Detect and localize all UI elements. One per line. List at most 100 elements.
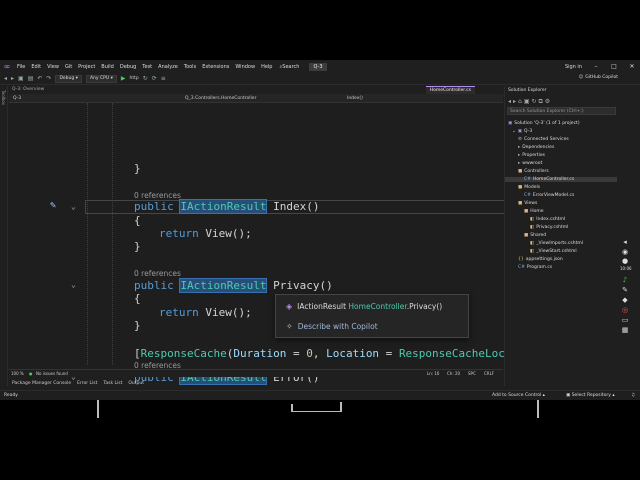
code-line: { <box>134 292 141 306</box>
tab-task-list[interactable]: Task List <box>103 381 122 386</box>
solution-explorer-search-input[interactable]: Search Solution Explorer (Ctrl+;) <box>507 107 616 115</box>
tree-item-viewstart[interactable]: ◧ _ViewStart.cshtml <box>530 249 577 254</box>
menu-build[interactable]: Build <box>98 64 117 70</box>
code-line: } <box>134 162 141 176</box>
tab-overview[interactable]: Q-3: Overview <box>12 87 44 92</box>
tree-item-appsettings[interactable]: {} appsettings.json <box>518 257 563 262</box>
menu-file[interactable]: File <box>14 64 28 70</box>
indent-mode[interactable]: SPC <box>468 371 476 376</box>
format-icon[interactable]: ≡ <box>161 75 166 82</box>
forward-icon[interactable]: ▸ <box>11 75 14 82</box>
hot-reload-icon[interactable]: ↻ <box>143 75 148 82</box>
menu-debug[interactable]: Debug <box>117 64 139 70</box>
folder-icon: ■ <box>518 185 523 190</box>
stop-icon[interactable]: ◎ <box>620 306 630 314</box>
keyword: return <box>159 306 199 319</box>
menu-edit[interactable]: Edit <box>28 64 44 70</box>
brace: } <box>134 162 141 175</box>
zoom-level[interactable]: 100 % <box>11 371 24 376</box>
select-repository-button[interactable]: ▣ Select Repository ▴ <box>566 393 615 398</box>
tree-item-label: Dependencies <box>522 145 555 150</box>
tree-item-controllers[interactable]: ■ Controllers <box>518 169 549 174</box>
tree-item-index-cshtml[interactable]: ◧ Index.cshtml <box>530 217 565 222</box>
type-name: IActionResult <box>179 199 268 214</box>
refresh-icon[interactable]: ⟳ <box>152 75 157 82</box>
minimize-icon[interactable]: – <box>592 63 600 70</box>
tree-item-connected-services[interactable]: ⚙ Connected Services <box>518 137 569 142</box>
search-button[interactable]: ⌕ Search <box>279 64 299 70</box>
maximize-icon[interactable]: □ <box>610 63 618 70</box>
menu-help[interactable]: Help <box>258 64 275 70</box>
nav-project-dropdown[interactable]: Q-3 <box>13 96 21 101</box>
menu-tools[interactable]: Tools <box>181 64 199 70</box>
menu-window[interactable]: Window <box>232 64 258 70</box>
tree-item-solution[interactable]: ▣ Solution 'Q-3' (1 of 1 project) <box>508 121 580 126</box>
tree-item-properties[interactable]: ▸ Properties <box>518 153 545 158</box>
code-editor[interactable]: Q-3: Overview HomeController.cs Q-3 Q_3.… <box>9 86 551 385</box>
run-icon[interactable]: ▶ <box>121 75 126 82</box>
project-badge: Q-3 <box>309 62 327 71</box>
new-item-icon[interactable]: ▣ <box>18 75 24 82</box>
separator: , <box>312 347 327 360</box>
tree-item-privacy-cshtml[interactable]: ◧ Privacy.cshtml <box>530 225 568 230</box>
tree-item-shared-folder[interactable]: ■ Shared <box>524 233 546 238</box>
close-icon[interactable]: ✕ <box>628 63 636 70</box>
brush-icon[interactable]: ◆ <box>620 296 630 304</box>
notifications-icon[interactable]: ♫ <box>631 393 635 398</box>
tree-item-home-folder[interactable]: ■ Home <box>524 209 544 214</box>
quick-actions-icon[interactable]: ✎ <box>50 200 56 211</box>
tree-item-views[interactable]: ■ Views <box>518 201 537 206</box>
tree-item-dependencies[interactable]: ▸ Dependencies <box>518 145 554 150</box>
json-file-icon: {} <box>518 257 524 262</box>
expand-icon[interactable]: ◂ <box>620 238 630 246</box>
tab-homecontroller[interactable]: HomeController.cs <box>425 86 475 94</box>
parameter: Location <box>326 347 380 360</box>
menu-test[interactable]: Test <box>139 64 155 70</box>
fold-chevron-icon[interactable]: ⌄ <box>71 280 76 289</box>
nav-member-dropdown[interactable]: Index() <box>347 96 363 101</box>
menu-project[interactable]: Project <box>75 64 98 70</box>
save-icon[interactable]: ▤ <box>28 75 34 82</box>
menu-view[interactable]: View <box>44 64 62 70</box>
add-to-source-control-button[interactable]: Add to Source Control ▴ <box>492 393 545 398</box>
redo-icon[interactable]: ↷ <box>46 75 51 82</box>
line-endings[interactable]: CRLF <box>484 371 494 376</box>
microphone-icon[interactable]: ♪ <box>620 276 630 284</box>
tree-item-errorviewmodel[interactable]: C# ErrorViewModel.cs <box>524 193 574 198</box>
code-line: { <box>134 214 141 228</box>
tab-error-list[interactable]: Error List <box>77 381 97 386</box>
github-copilot-button[interactable]: ☺ GitHub Copilot <box>579 75 619 80</box>
describe-with-copilot-label: Describe with Copilot <box>297 322 378 331</box>
fold-chevron-icon[interactable]: ⌄ <box>71 202 76 211</box>
settings-icon[interactable]: ▦ <box>620 326 630 334</box>
sign-in-button[interactable]: Sign in <box>565 64 582 70</box>
tree-item-program[interactable]: C# Program.cs <box>518 265 552 270</box>
keyword: return <box>159 227 199 240</box>
undo-icon[interactable]: ↶ <box>37 75 42 82</box>
tree-item-models[interactable]: ■ Models <box>518 185 540 190</box>
tree-item-wwwroot[interactable]: ▸ wwwroot <box>518 161 542 166</box>
pen-icon[interactable]: ✎ <box>620 286 630 294</box>
configuration-dropdown[interactable]: Debug ▾ <box>55 74 82 83</box>
tree-item-label: _ViewStart.cshtml <box>536 249 577 254</box>
camera-icon[interactable]: ◉ <box>620 248 630 256</box>
method-cube-icon: ◈ <box>286 302 293 311</box>
tree-item-homecontroller[interactable]: C# HomeController.cs <box>505 177 617 182</box>
nav-class-dropdown[interactable]: Q_3.Controllers.HomeController <box>185 96 256 101</box>
tree-item-viewimports[interactable]: ◧ _ViewImports.cshtml <box>530 241 583 246</box>
menu-extensions[interactable]: Extensions <box>199 64 232 70</box>
run-target-button[interactable]: http <box>129 76 138 81</box>
tab-output[interactable]: Output <box>128 381 144 386</box>
issues-status[interactable]: No issues found <box>36 371 68 376</box>
describe-with-copilot-button[interactable]: ✧ Describe with Copilot <box>286 322 378 331</box>
record-icon[interactable]: ● <box>620 257 630 265</box>
tab-package-manager-console[interactable]: Package Manager Console <box>12 381 71 386</box>
layout-icon[interactable]: ▭ <box>620 316 630 324</box>
platform-dropdown[interactable]: Any CPU ▾ <box>85 74 117 83</box>
toolbox-strip[interactable]: Toolbox <box>0 86 8 386</box>
solution-explorer-toolbar[interactable]: ◂▸⌂▣↻⧉⚙ <box>508 98 552 106</box>
tree-item-project[interactable]: ⌄ ▣ Q-3 <box>512 129 532 134</box>
menu-git[interactable]: Git <box>62 64 75 70</box>
menu-analyze[interactable]: Analyze <box>155 64 181 70</box>
back-icon[interactable]: ◂ <box>4 75 7 82</box>
